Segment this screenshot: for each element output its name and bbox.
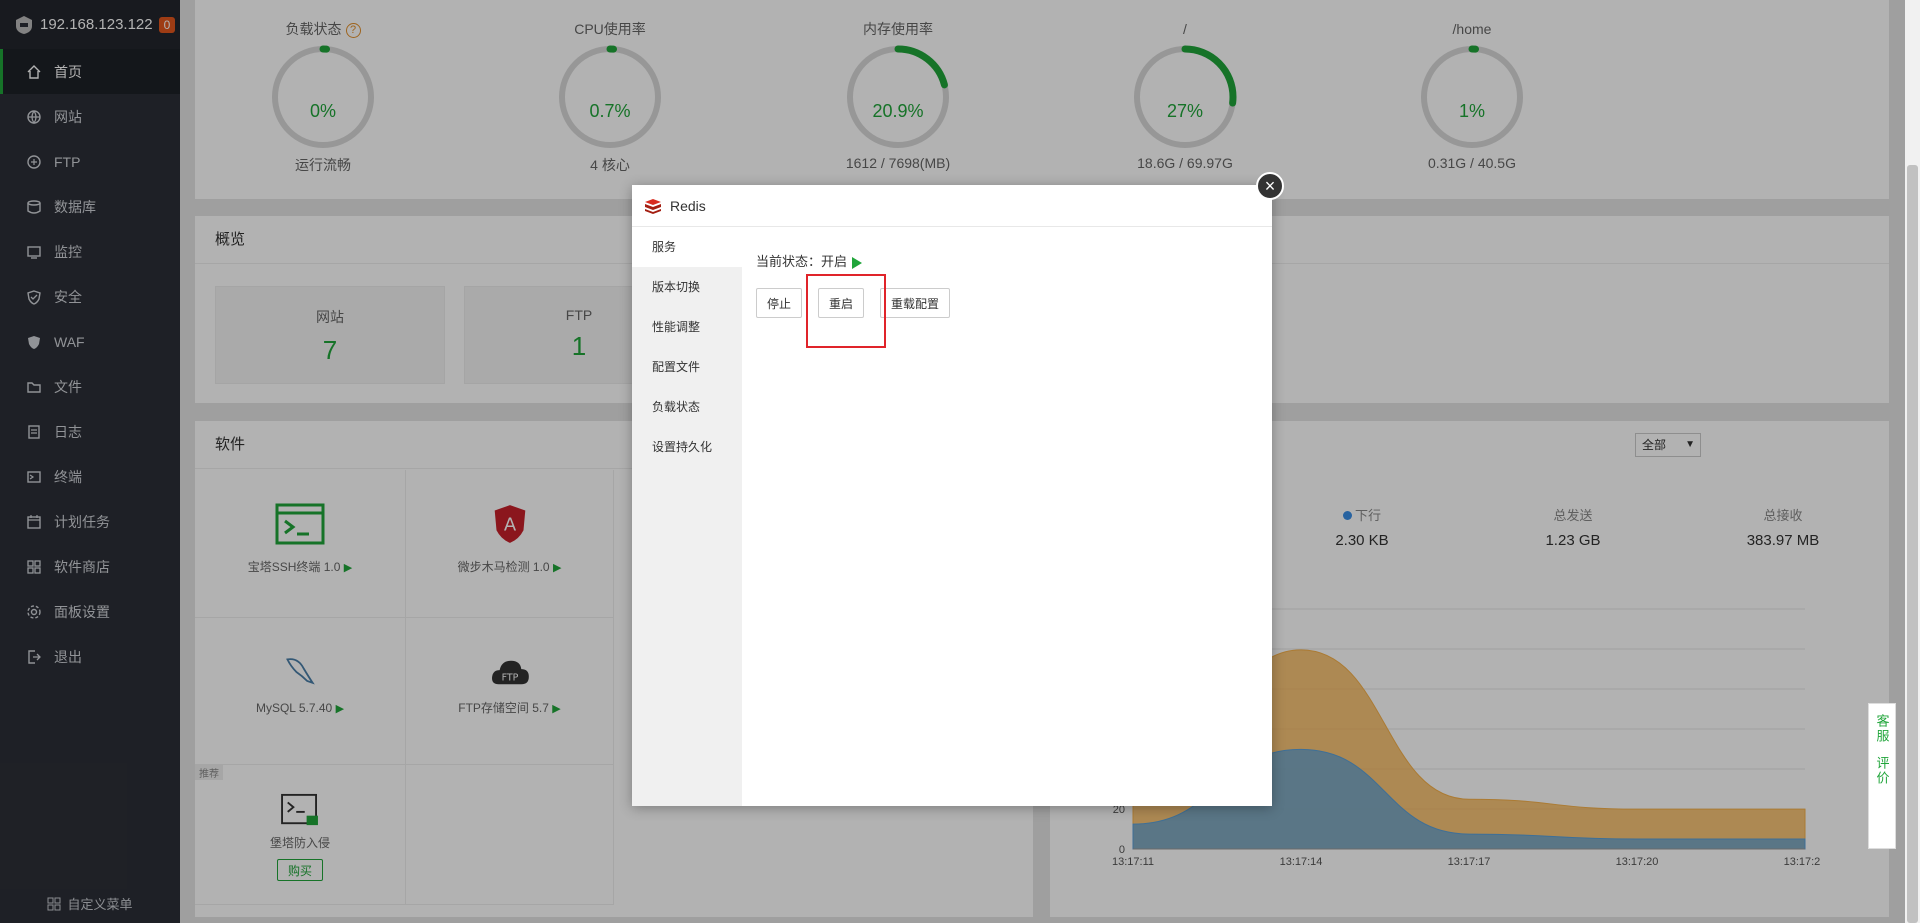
float-actions: 客服 评价 [1868,703,1896,849]
modal-menu: 服务 版本切换 性能调整 配置文件 负载状态 设置持久化 [632,227,742,806]
review-button[interactable]: 评价 [1873,756,1892,786]
redis-modal: Redis 服务 版本切换 性能调整 配置文件 负载状态 设置持久化 当前状态：开启 停止… [632,185,1272,806]
modal-menu-item-3[interactable]: 配置文件 [632,347,742,387]
service-actions: 停止 重启 重载配置 [756,274,1258,348]
close-icon[interactable]: × [1256,172,1284,200]
modal-menu-item-1[interactable]: 版本切换 [632,267,742,307]
modal-menu-item-5[interactable]: 设置持久化 [632,427,742,467]
modal-menu-item-0[interactable]: 服务 [632,227,742,267]
modal-header: Redis [632,185,1272,227]
stop-button[interactable]: 停止 [756,288,803,318]
redis-logo-icon [645,198,661,214]
modal-body: 当前状态：开启 停止 重启 重载配置 [742,227,1272,806]
modal-menu-item-2[interactable]: 性能调整 [632,307,742,347]
customer-service-button[interactable]: 客服 [1873,714,1892,744]
modal-menu-item-4[interactable]: 负载状态 [632,387,742,427]
service-status: 当前状态：开启 [756,251,1258,270]
highlight-box [806,274,886,348]
modal-title: Redis [670,197,706,214]
scrollbar-thumb[interactable] [1907,165,1918,923]
status-value: 开启 [821,254,848,269]
reload-config-button[interactable]: 重载配置 [880,288,951,318]
status-label: 当前状态： [756,254,822,269]
play-icon [852,256,863,269]
